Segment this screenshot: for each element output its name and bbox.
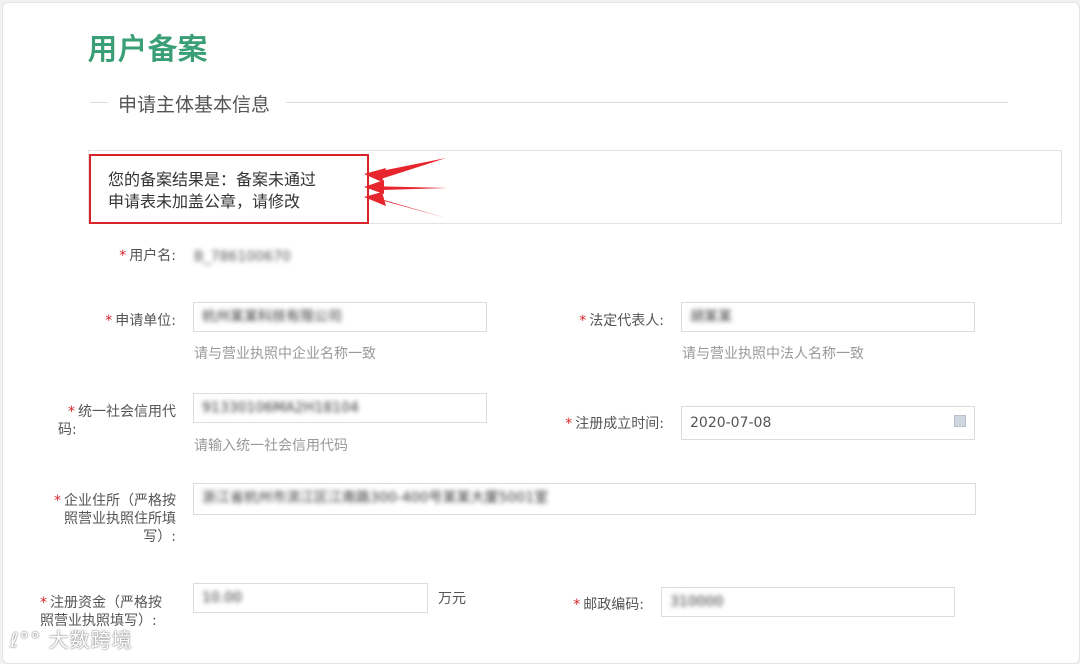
capital-label-line1: * 注册资金（严格按	[40, 594, 186, 612]
credit-code-hint: 请输入统一社会信用代码	[194, 438, 348, 454]
reg-date-label-text: 注册成立时间:	[575, 416, 664, 432]
postcode-label: * 邮政编码:	[540, 596, 644, 614]
address-input-value: 浙江省杭州市滨江区江南路300-400号某某大厦5001室	[202, 490, 549, 506]
legal-rep-hint: 请与营业执照中法人名称一致	[682, 346, 864, 362]
credit-code-label-line1: * 统一社会信用代	[40, 403, 176, 421]
required-mark: *	[565, 416, 573, 432]
address-input[interactable]: 浙江省杭州市滨江区江南路300-400号某某大厦5001室	[193, 483, 976, 515]
capital-unit: 万元	[438, 591, 466, 607]
section-title: 申请主体基本信息	[118, 94, 271, 116]
legal-rep-label: * 法定代表人:	[540, 312, 664, 330]
company-hint: 请与营业执照中企业名称一致	[194, 346, 376, 362]
watermark: ℓ°° 大数跨境	[10, 624, 133, 653]
company-input[interactable]: 杭州某某科技有限公司	[193, 302, 487, 332]
capital-input[interactable]: 10.00	[193, 583, 428, 613]
credit-code-label-line2: 码:	[58, 422, 77, 438]
capital-label-text: 注册资金（严格按	[50, 595, 162, 611]
username-label-text: 用户名:	[129, 248, 176, 264]
username-label: * 用户名:	[80, 247, 176, 265]
required-mark: *	[68, 404, 75, 420]
reg-date-label: * 注册成立时间:	[520, 415, 664, 433]
required-mark: *	[119, 248, 127, 264]
credit-code-label: * 统一社会信用代 码:	[40, 403, 176, 439]
credit-code-label-text: 统一社会信用代	[78, 404, 176, 420]
required-mark: *	[579, 313, 587, 329]
company-label-text: 申请单位:	[115, 313, 176, 329]
watermark-logo-icon: ℓ°°	[10, 628, 42, 652]
legal-rep-input-value: 胡某某	[690, 309, 732, 325]
capital-input-value: 10.00	[202, 590, 243, 606]
address-label-line3: 写）:	[143, 529, 176, 545]
username-value: B_786100670	[194, 249, 291, 265]
address-label-line2: 照营业执照住所填	[64, 511, 176, 527]
calendar-icon[interactable]	[954, 415, 966, 427]
credit-code-input-value: 91330106MA2H18104	[202, 400, 359, 416]
company-label: * 申请单位:	[60, 312, 176, 330]
page-title: 用户备案	[88, 32, 209, 66]
postcode-label-text: 邮政编码:	[583, 597, 644, 613]
legal-rep-input[interactable]: 胡某某	[681, 302, 975, 332]
result-status-text: 您的备案结果是：备案未通过	[108, 170, 317, 189]
section-divider-right	[286, 102, 1008, 103]
address-label-text: 企业住所（严格按	[64, 493, 176, 509]
required-mark: *	[105, 313, 113, 329]
address-label: * 企业住所（严格按 照营业执照住所填 写）:	[40, 492, 176, 546]
result-reason-text: 申请表未加盖公章，请修改	[108, 192, 301, 211]
postcode-input[interactable]: 310000	[661, 587, 955, 617]
required-mark: *	[40, 595, 47, 611]
reg-date-input-value: 2020-07-08	[690, 415, 772, 431]
watermark-text: 大数跨境	[48, 628, 133, 652]
reg-date-input[interactable]: 2020-07-08	[681, 406, 975, 440]
annotation-arrows-icon	[364, 158, 448, 218]
section-divider-left	[90, 102, 108, 103]
credit-code-input[interactable]: 91330106MA2H18104	[193, 393, 487, 423]
postcode-input-value: 310000	[670, 594, 724, 610]
required-mark: *	[54, 493, 61, 509]
required-mark: *	[573, 597, 581, 613]
address-label-line1: * 企业住所（严格按	[40, 492, 176, 510]
company-input-value: 杭州某某科技有限公司	[202, 309, 342, 325]
legal-rep-label-text: 法定代表人:	[589, 313, 664, 329]
